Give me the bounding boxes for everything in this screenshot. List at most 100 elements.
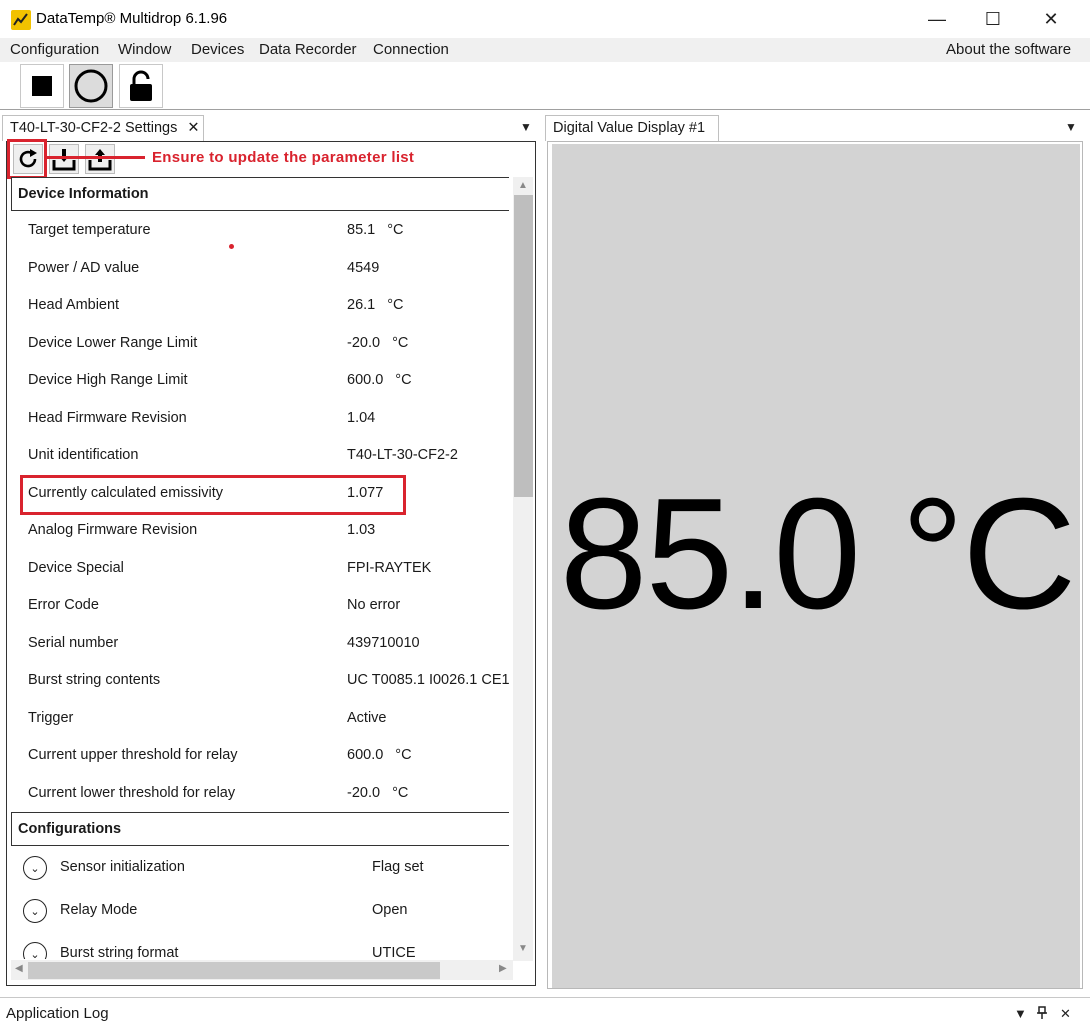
parameter-label: Power / AD value <box>28 259 140 276</box>
log-pin-icon[interactable] <box>1036 1006 1048 1023</box>
pane-menu-icon[interactable]: ▼ <box>520 120 532 134</box>
parameter-row: Power / AD value 4549 <box>11 250 509 287</box>
chevron-down-icon[interactable]: ⌄ <box>23 942 47 959</box>
upload-icon <box>88 149 112 171</box>
window-title: DataTemp® Multidrop 6.1.96 <box>36 10 228 27</box>
horizontal-scroll-thumb[interactable] <box>28 962 440 979</box>
chevron-down-icon[interactable]: ⌄ <box>23 856 47 880</box>
stop-button[interactable] <box>20 64 64 108</box>
parameter-row: Current lower threshold for relay -20.0 °C <box>11 775 509 812</box>
menu-configuration[interactable]: Configuration <box>10 41 99 58</box>
unlock-button[interactable] <box>119 64 163 108</box>
annotation-dot <box>229 244 234 249</box>
maximize-icon: ☐ <box>984 8 1002 29</box>
parameter-label: Head Firmware Revision <box>28 409 187 426</box>
scroll-right-icon[interactable]: ▶ <box>499 963 507 974</box>
temperature-readout: 85.0 °C <box>559 466 1077 642</box>
scroll-left-icon[interactable]: ◀ <box>15 963 23 974</box>
parameter-value: -20.0 °C <box>347 785 408 801</box>
scroll-down-icon[interactable]: ▼ <box>518 943 528 954</box>
display-frame: 85.0 °C <box>547 141 1083 989</box>
config-label: Relay Mode <box>60 902 138 918</box>
config-row[interactable]: ⌄ Burst string format UTICE <box>11 933 509 959</box>
parameter-value: 439710010 <box>347 635 420 651</box>
parameter-value-text: 1.04 <box>347 409 376 426</box>
minimize-button[interactable]: — <box>908 0 966 38</box>
parameter-value: 1.04 <box>347 410 375 426</box>
parameter-row: Target temperature 85.1 °C <box>11 212 509 249</box>
close-window-button[interactable]: ✕ <box>1022 0 1080 38</box>
scroll-up-icon[interactable]: ▲ <box>518 180 528 191</box>
parameter-value: 4549 <box>347 260 379 276</box>
minimize-icon: — <box>928 8 946 29</box>
parameter-label: Device Special <box>28 559 124 576</box>
parameter-unit: °C <box>395 747 412 763</box>
config-label: Sensor initialization <box>60 859 185 875</box>
menu-devices[interactable]: Devices <box>191 41 244 58</box>
menu-about[interactable]: About the software <box>946 41 1071 58</box>
upload-button[interactable] <box>85 144 115 174</box>
download-button[interactable] <box>49 144 79 174</box>
record-button[interactable] <box>69 64 113 108</box>
parameter-label: Current lower threshold for relay <box>28 784 236 801</box>
parameter-value-text: 600.0 <box>347 372 384 388</box>
parameter-value: FPI-RAYTEK <box>347 560 431 576</box>
download-icon <box>52 149 76 171</box>
config-row[interactable]: ⌄ Relay Mode Open <box>11 890 509 932</box>
annotation-text: Ensure to update the parameter list <box>152 149 415 166</box>
display-area: 85.0 °C <box>552 144 1080 988</box>
tab-digital-display-label: Digital Value Display #1 <box>553 120 706 136</box>
parameter-unit: °C <box>392 784 409 801</box>
parameter-value-text: -20.0 <box>347 784 381 801</box>
parameter-value: Active <box>347 710 387 726</box>
parameter-label: Device Lower Range Limit <box>28 334 198 351</box>
tab-close-icon[interactable]: ✕ <box>187 120 199 136</box>
parameter-label: Error Code <box>28 597 99 613</box>
parameter-row: Serial number 439710010 <box>11 625 509 662</box>
parameter-label: Unit identification <box>28 447 139 463</box>
log-close-icon[interactable]: ✕ <box>1060 1006 1071 1022</box>
parameter-label: Target temperature <box>28 222 151 238</box>
app-logo-icon <box>11 10 31 30</box>
parameter-value-text: -20.0 <box>347 334 381 351</box>
config-row[interactable]: ⌄ Sensor initialization Flag set <box>11 847 509 889</box>
parameter-value: No error <box>347 597 400 613</box>
digital-display-pane: Digital Value Display #1 ▼ 85.0 °C <box>545 112 1083 989</box>
parameter-value: 1.03 <box>347 522 375 538</box>
parameter-row: Device Lower Range Limit -20.0 °C <box>11 325 509 362</box>
config-value: UTICE <box>372 945 416 959</box>
unlock-icon <box>130 70 152 101</box>
log-menu-icon[interactable]: ▼ <box>1014 1006 1027 1021</box>
vertical-scroll-thumb[interactable] <box>514 195 533 497</box>
parameter-row: Device High Range Limit 600.0 °C <box>11 362 509 399</box>
parameter-value: -20.0 °C <box>347 335 408 351</box>
config-value: Open <box>372 902 408 918</box>
parameter-unit: °C <box>387 297 404 313</box>
close-icon: ✕ <box>1043 8 1059 29</box>
parameter-value: UC T0085.1 I0026.1 CE1.0 <box>347 672 509 688</box>
application-log-bar: Application Log ▼ ✕ <box>0 997 1090 1030</box>
maximize-button[interactable]: ☐ <box>964 0 1022 38</box>
display-pane-menu-icon[interactable]: ▼ <box>1065 120 1077 134</box>
settings-frame: Ensure to update the parameter list Devi… <box>6 139 536 986</box>
chevron-down-icon[interactable]: ⌄ <box>23 899 47 923</box>
parameter-label: Analog Firmware Revision <box>28 522 198 538</box>
parameter-label: Current upper threshold for relay <box>28 747 238 763</box>
parameter-value: 85.1 °C <box>347 222 404 238</box>
menu-window[interactable]: Window <box>118 41 171 58</box>
parameter-value-text: No error <box>347 597 401 613</box>
menu-data-recorder[interactable]: Data Recorder <box>259 41 357 58</box>
tab-settings[interactable]: T40-LT-30-CF2-2 Settings ✕ <box>2 115 204 141</box>
menu-connection[interactable]: Connection <box>373 41 449 58</box>
parameter-value-text: 85.1 <box>347 222 376 238</box>
tab-settings-label: T40-LT-30-CF2-2 Settings <box>10 120 178 136</box>
parameter-value-text: 1.03 <box>347 522 376 538</box>
horizontal-scrollbar[interactable]: ◀ ▶ <box>11 960 513 980</box>
tab-digital-display[interactable]: Digital Value Display #1 <box>545 115 719 141</box>
vertical-scrollbar[interactable]: ▲ ▼ <box>513 177 533 961</box>
section-device-information: Device Information <box>11 177 509 211</box>
menu-bar: Configuration Window Devices Data Record… <box>0 38 1090 62</box>
log-title: Application Log <box>6 1005 109 1022</box>
config-value: Flag set <box>372 859 424 875</box>
stop-icon <box>32 76 52 96</box>
